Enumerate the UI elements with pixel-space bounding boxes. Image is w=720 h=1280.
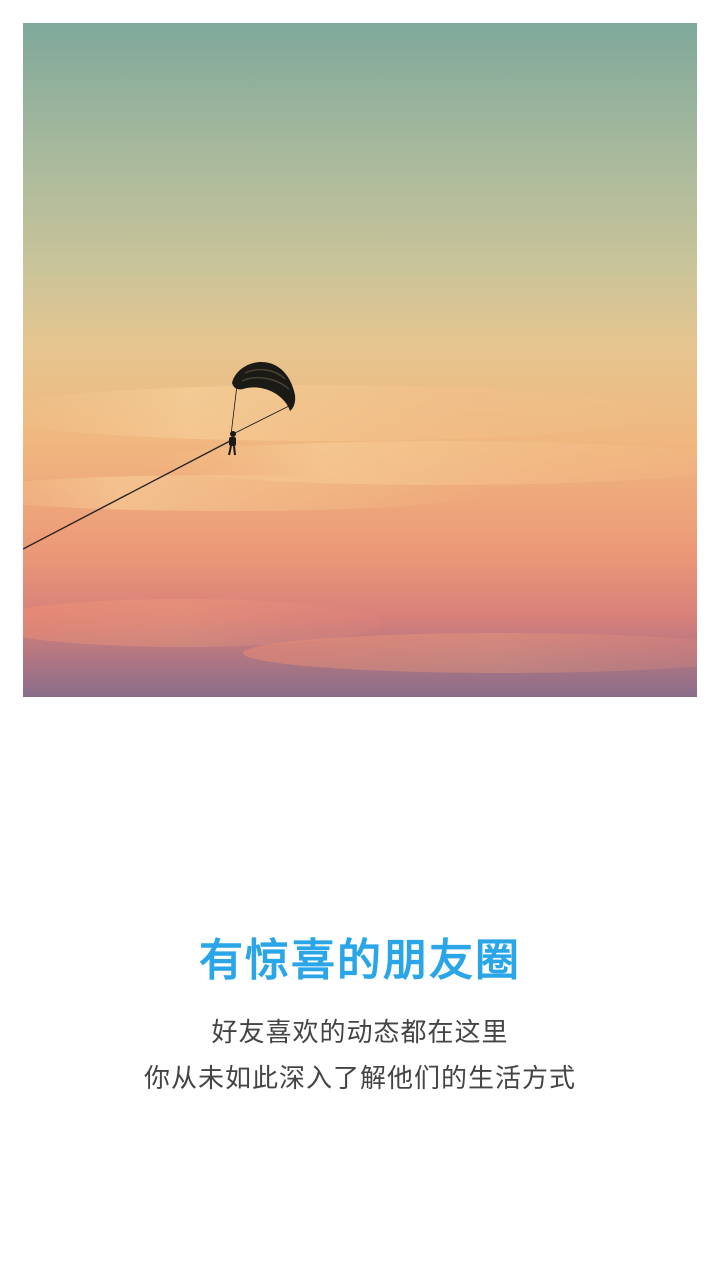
page-title: 有惊喜的朋友圈 [199, 935, 521, 986]
cloud [23, 385, 663, 441]
hero-image [23, 23, 697, 697]
subtitle-line-1: 好友喜欢的动态都在这里 [211, 1018, 509, 1048]
parasail-illustration [23, 361, 697, 673]
subtitle-line-2: 你从未如此深入了解他们的生活方式 [143, 1064, 576, 1094]
